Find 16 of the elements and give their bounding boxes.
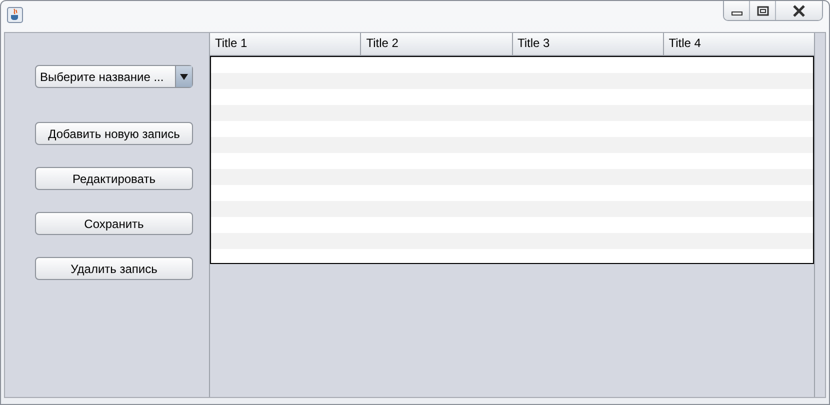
action-button[interactable]: Удалить запись <box>35 257 193 280</box>
caret-icon <box>180 74 188 80</box>
maximize-icon <box>756 6 768 16</box>
close-button[interactable] <box>776 1 822 20</box>
column-header[interactable]: Title 4 <box>664 33 814 55</box>
column-header[interactable]: Title 3 <box>512 33 664 55</box>
close-icon <box>792 4 806 16</box>
maximize-button[interactable] <box>750 1 776 20</box>
column-header[interactable]: Title 1 <box>210 33 362 55</box>
action-button[interactable]: Добавить новую запись <box>35 122 193 145</box>
name-dropdown[interactable]: Выберите название ... <box>35 65 193 88</box>
coffee-cup-icon[interactable] <box>7 7 23 23</box>
action-button[interactable]: Сохранить <box>35 212 193 235</box>
action-button[interactable]: Редактировать <box>35 167 193 190</box>
minimize-button[interactable] <box>724 1 750 20</box>
column-header[interactable]: Title 2 <box>361 33 512 55</box>
